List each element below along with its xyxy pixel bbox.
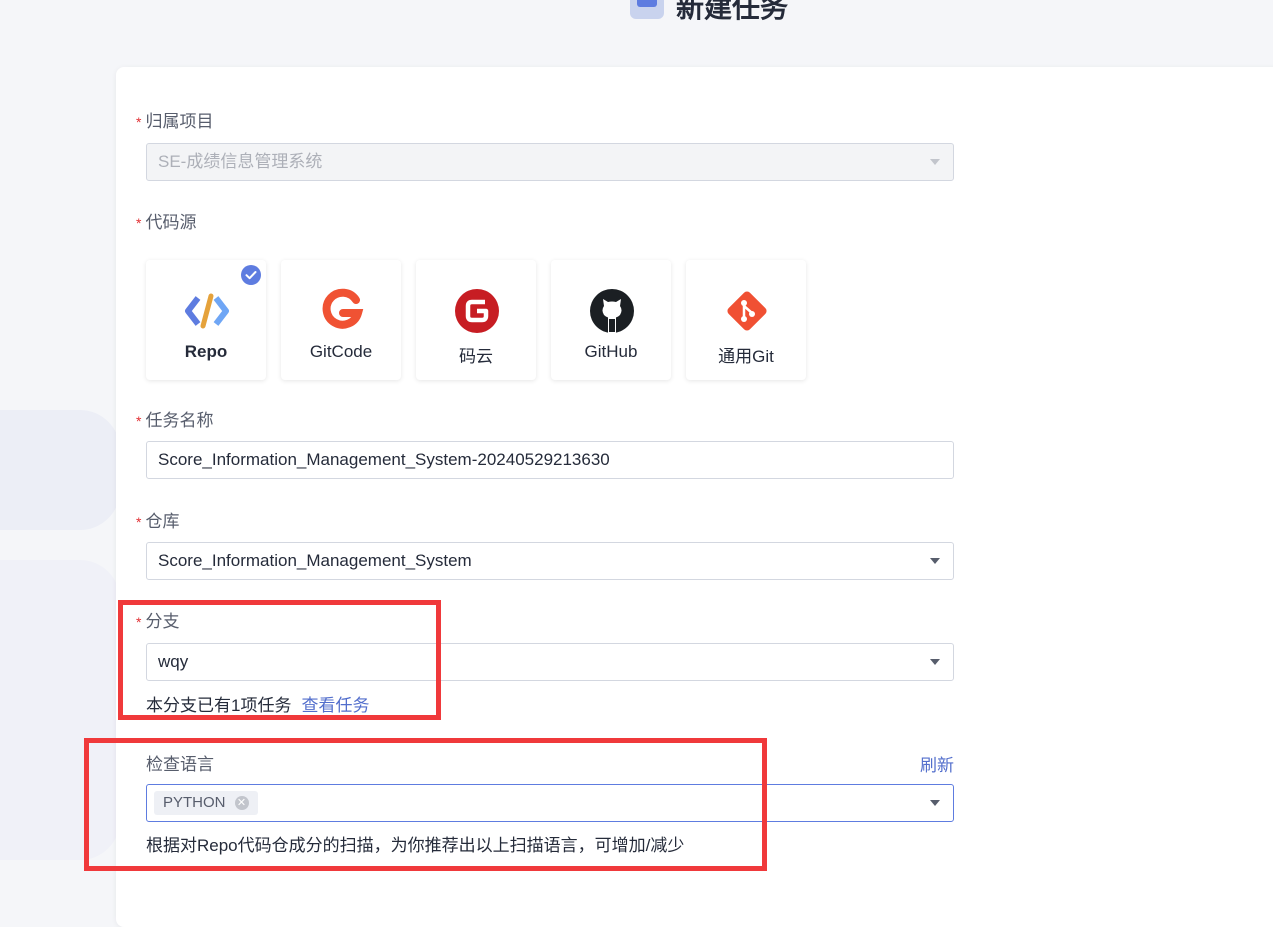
required-mark: * bbox=[136, 114, 142, 130]
required-mark: * bbox=[136, 413, 142, 429]
repository-label: * 仓库 bbox=[136, 512, 180, 531]
source-option-label: 码云 bbox=[459, 347, 493, 366]
project-label: * 归属项目 bbox=[136, 112, 214, 131]
chevron-down-icon bbox=[930, 558, 940, 564]
source-option-generic-git[interactable]: 通用Git bbox=[686, 260, 806, 380]
project-select[interactable]: SE-成绩信息管理系统 bbox=[146, 143, 954, 181]
source-option-gitcode[interactable]: GitCode bbox=[281, 260, 401, 380]
repo-icon bbox=[185, 293, 229, 329]
task-name-label: * 任务名称 bbox=[136, 411, 214, 430]
source-option-label: Repo bbox=[184, 342, 228, 361]
chevron-down-icon bbox=[930, 800, 940, 806]
source-option-label: GitCode bbox=[309, 342, 373, 361]
task-logo-icon bbox=[630, 0, 664, 19]
check-icon bbox=[241, 265, 261, 285]
github-icon bbox=[590, 289, 634, 333]
source-option-gitee[interactable]: 码云 bbox=[416, 260, 536, 380]
git-icon bbox=[727, 291, 767, 331]
source-option-repo[interactable]: Repo bbox=[146, 260, 266, 380]
page-header: 新建任务 bbox=[630, 0, 788, 26]
source-option-label: 通用Git bbox=[718, 347, 774, 366]
source-option-github[interactable]: GitHub bbox=[551, 260, 671, 380]
gitcode-icon bbox=[322, 288, 364, 329]
refresh-link[interactable]: 刷新 bbox=[920, 751, 954, 776]
repository-select[interactable]: Score_Information_Management_System bbox=[146, 542, 954, 580]
source-label: * 代码源 bbox=[136, 213, 197, 232]
highlight-box-branch bbox=[118, 600, 441, 720]
page-title: 新建任务 bbox=[676, 0, 789, 23]
highlight-box-language bbox=[84, 738, 767, 871]
chevron-down-icon bbox=[930, 159, 940, 165]
source-option-label: GitHub bbox=[584, 342, 638, 361]
source-options: Repo GitCode 码云 GitHub 通用Git bbox=[146, 260, 821, 380]
chevron-down-icon bbox=[930, 659, 940, 665]
gitee-icon bbox=[455, 289, 499, 333]
task-name-input[interactable]: Score_Information_Management_System-2024… bbox=[146, 441, 954, 479]
required-mark: * bbox=[136, 215, 142, 231]
required-mark: * bbox=[136, 514, 142, 530]
